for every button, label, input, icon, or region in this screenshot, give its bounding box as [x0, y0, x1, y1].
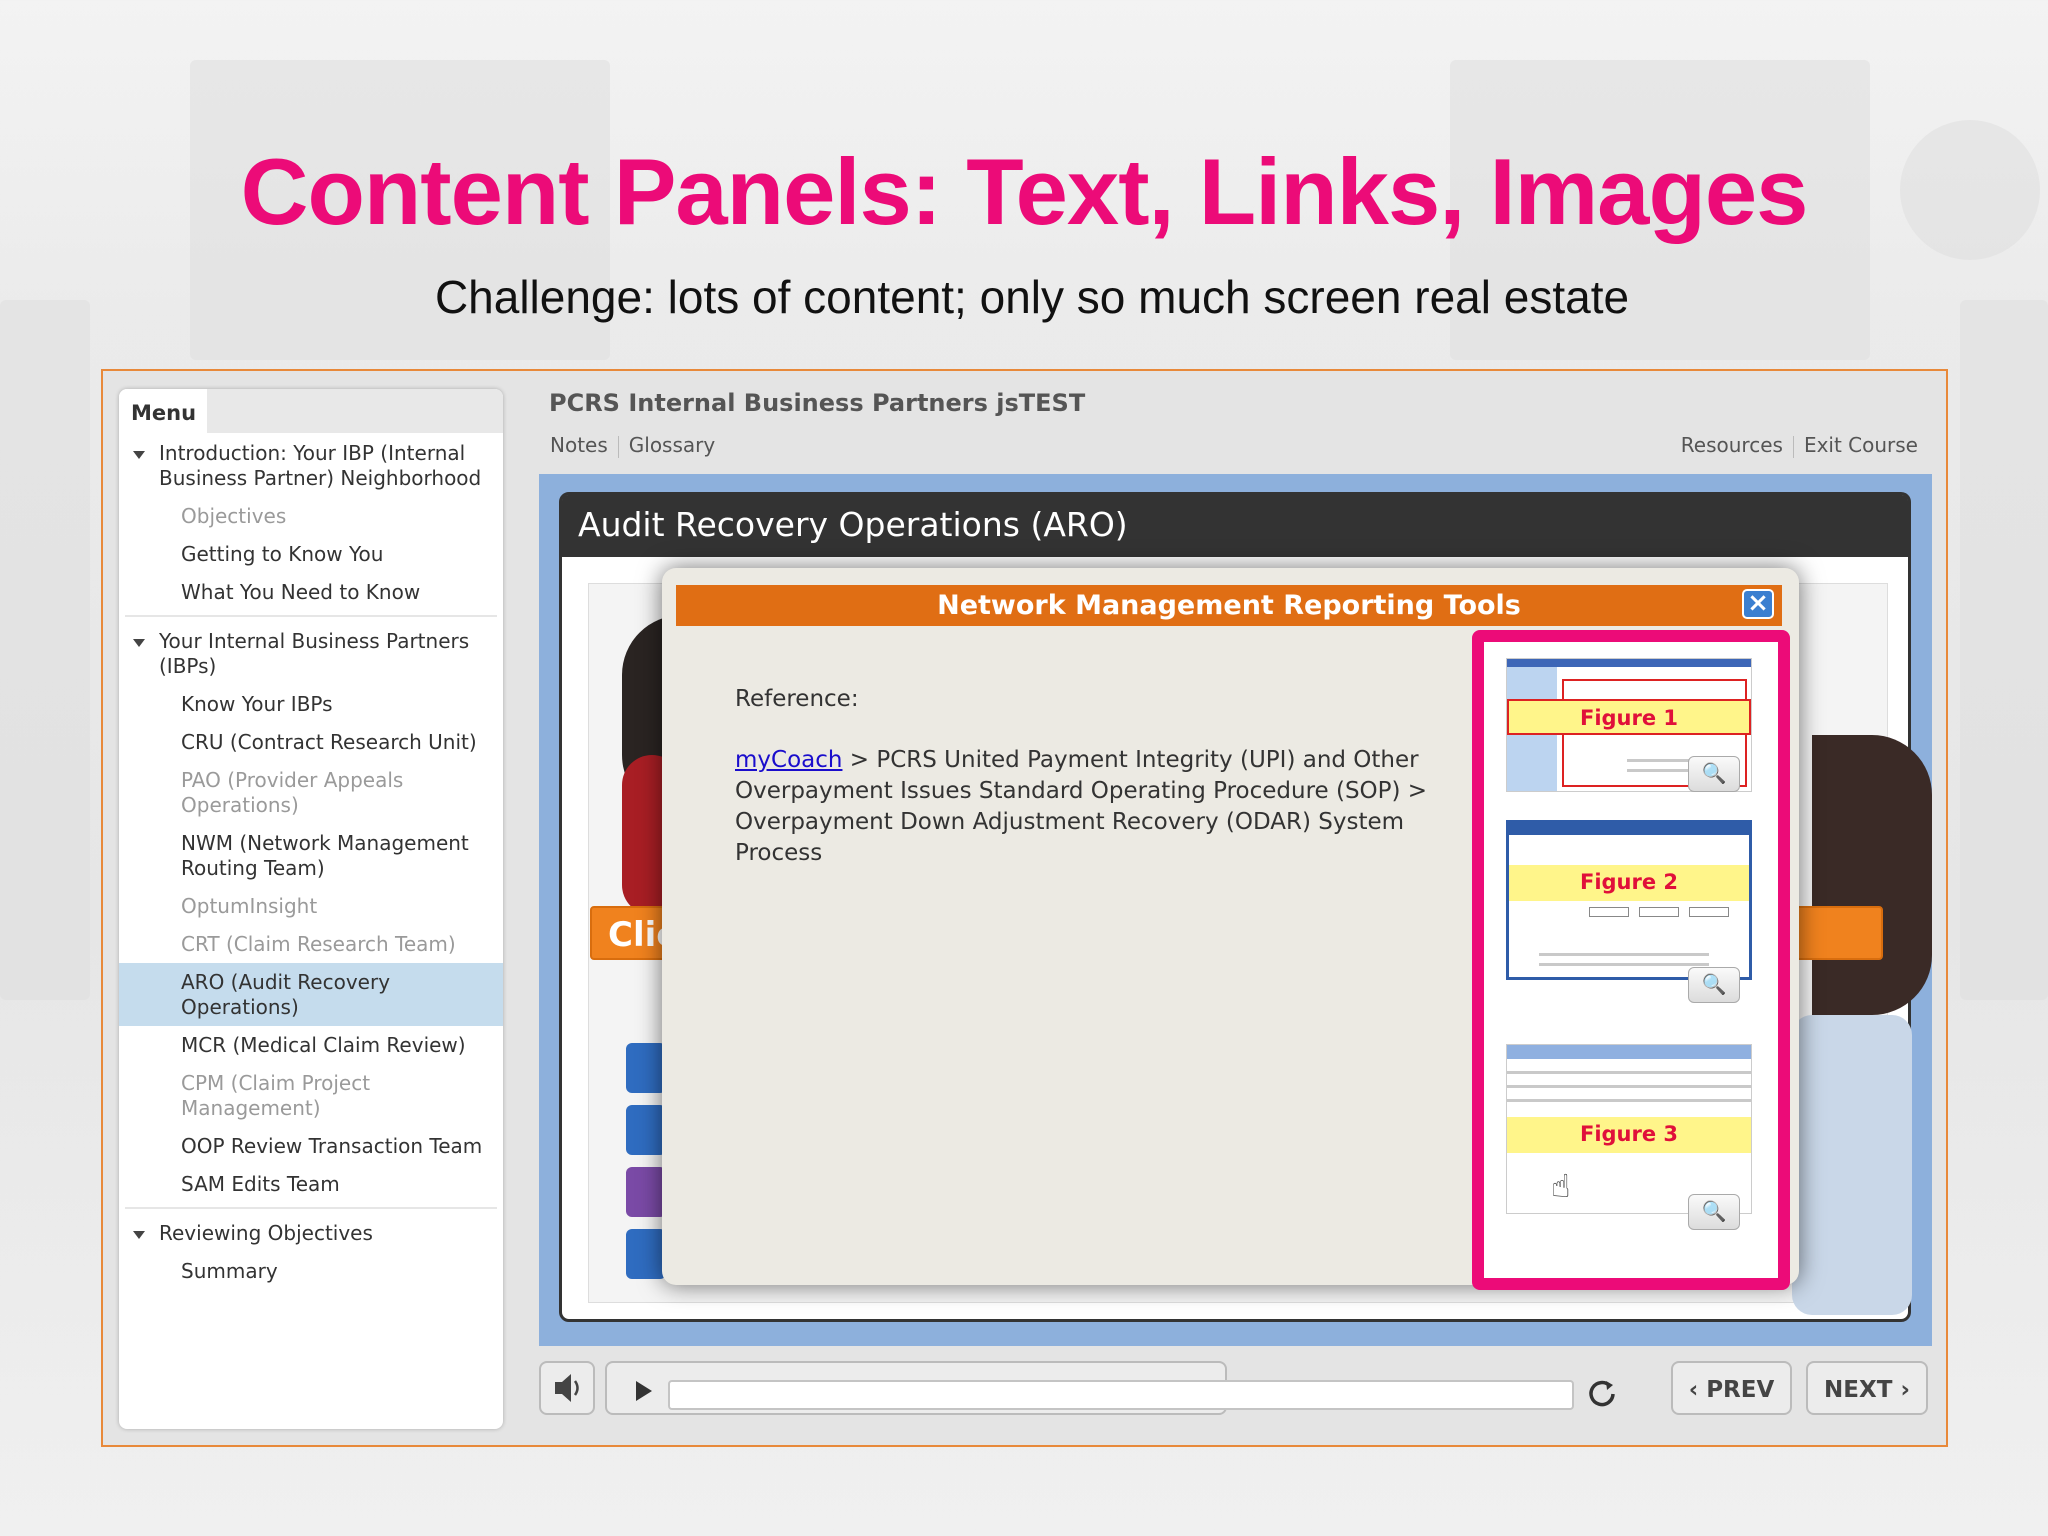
magnifier-icon: 🔍	[1701, 761, 1727, 785]
top-links-right: Resources Exit Course	[1681, 433, 1918, 458]
mycoach-link[interactable]: myCoach	[735, 747, 842, 773]
link-separator	[617, 435, 619, 458]
slide-subtitle: Challenge: lots of content; only so much…	[434, 271, 1630, 323]
menu-section[interactable]: Your Internal Business Partners (IBPs)	[119, 621, 503, 685]
option-button[interactable]	[626, 1229, 666, 1279]
menu-item[interactable]: OOP Review Transaction Team	[119, 1127, 503, 1165]
reference-label: Reference:	[735, 686, 859, 712]
replay-button[interactable]	[1582, 1372, 1622, 1412]
menu-item[interactable]: MCR (Medical Claim Review)	[119, 1026, 503, 1064]
slide-title: Content Panels: Text, Links, Images	[240, 139, 1809, 244]
menu-section-label: Your Internal Business Partners (IBPs)	[159, 629, 470, 678]
notes-link[interactable]: Notes	[550, 433, 608, 457]
figure-3-label: Figure 3	[1507, 1117, 1751, 1153]
volume-button[interactable]	[539, 1361, 595, 1415]
menu-item[interactable]: SAM Edits Team	[119, 1165, 503, 1203]
menu-item[interactable]: Know Your IBPs	[119, 685, 503, 723]
modal-body-text: Reference: myCoach > PCRS United Payment…	[735, 684, 1435, 869]
chevron-right-icon: ›	[1892, 1377, 1910, 1403]
prev-label: PREV	[1706, 1377, 1775, 1403]
menu-section[interactable]: Introduction: Your IBP (Internal Busines…	[119, 433, 503, 497]
background-decoration	[1960, 300, 2048, 1000]
background-decoration	[0, 300, 90, 1000]
caret-down-icon	[133, 639, 145, 647]
next-button[interactable]: NEXT ›	[1806, 1361, 1928, 1415]
menu-item[interactable]: ARO (Audit Recovery Operations)	[119, 963, 503, 1026]
figure-3-thumbnail[interactable]: Figure 3 ☝	[1506, 1044, 1752, 1214]
menu-section-label: Reviewing Objectives	[159, 1221, 373, 1245]
card-title: Audit Recovery Operations (ARO)	[562, 495, 1908, 557]
menu-item[interactable]: Objectives	[119, 497, 503, 535]
option-button[interactable]	[626, 1105, 666, 1155]
link-separator	[1792, 435, 1794, 458]
replay-icon	[1589, 1380, 1615, 1407]
play-button[interactable]	[623, 1371, 663, 1411]
menu-item[interactable]: Summary	[119, 1252, 503, 1290]
magnifier-icon: 🔍	[1701, 972, 1727, 996]
menu-item[interactable]: CRT (Claim Research Team)	[119, 925, 503, 963]
character-illustration	[1812, 735, 1932, 1015]
menu-item[interactable]: PAO (Provider Appeals Operations)	[119, 761, 503, 824]
chevron-left-icon: ‹	[1688, 1377, 1707, 1403]
menu-item[interactable]: NWM (Network Management Routing Team)	[119, 824, 503, 887]
figure-2-zoom-button[interactable]: 🔍	[1688, 967, 1740, 1003]
figure-1-label: Figure 1	[1507, 699, 1751, 735]
menu-item[interactable]: Getting to Know You	[119, 535, 503, 573]
glossary-link[interactable]: Glossary	[629, 433, 715, 457]
figure-1-zoom-button[interactable]: 🔍	[1688, 756, 1740, 792]
menu-item[interactable]: CRU (Contract Research Unit)	[119, 723, 503, 761]
progress-scrubber[interactable]	[668, 1380, 1574, 1410]
option-button[interactable]	[626, 1043, 666, 1093]
reference-path: myCoach > PCRS United Payment Integrity …	[735, 745, 1435, 869]
menu-item[interactable]: OptumInsight	[119, 887, 503, 925]
figure-3-zoom-button[interactable]: 🔍	[1688, 1194, 1740, 1230]
speaker-icon	[555, 1374, 579, 1402]
figure-panel: Figure 1 🔍 Figure 2 🔍 Figure 3 ☝ 🔍	[1472, 630, 1790, 1290]
character-illustration	[1792, 1015, 1912, 1315]
menu-tab[interactable]: Menu	[119, 389, 207, 433]
figure-2-label: Figure 2	[1509, 865, 1749, 901]
hand-cursor-icon: ☝	[1551, 1167, 1571, 1205]
option-button[interactable]	[626, 1167, 666, 1217]
sidebar-menu: Menu Introduction: Your IBP (Internal Bu…	[119, 389, 503, 1429]
prev-button[interactable]: ‹ PREV	[1671, 1361, 1792, 1415]
resources-link[interactable]: Resources	[1681, 433, 1783, 457]
modal-title: Network Management Reporting Tools ×	[676, 585, 1782, 626]
menu-section-label: Introduction: Your IBP (Internal Busines…	[159, 441, 482, 490]
modal-title-text: Network Management Reporting Tools	[937, 590, 1521, 621]
figure-2-thumbnail[interactable]: Figure 2	[1506, 820, 1752, 980]
caret-down-icon	[133, 1231, 145, 1239]
exit-course-link[interactable]: Exit Course	[1804, 433, 1918, 457]
caret-down-icon	[133, 451, 145, 459]
popup-modal: Network Management Reporting Tools × Ref…	[662, 568, 1799, 1290]
next-label: NEXT	[1824, 1377, 1893, 1403]
menu-item[interactable]: What You Need to Know	[119, 573, 503, 611]
magnifier-icon: 🔍	[1701, 1199, 1727, 1223]
course-title: PCRS Internal Business Partners jsTEST	[549, 389, 1086, 417]
menu-list: Introduction: Your IBP (Internal Busines…	[119, 433, 503, 1290]
play-icon	[636, 1381, 652, 1401]
close-icon[interactable]: ×	[1742, 589, 1774, 619]
menu-item[interactable]: CPM (Claim Project Management)	[119, 1064, 503, 1127]
top-links-left: Notes Glossary	[550, 433, 715, 458]
menu-divider	[125, 615, 497, 617]
menu-divider	[125, 1207, 497, 1209]
menu-section[interactable]: Reviewing Objectives	[119, 1213, 503, 1252]
